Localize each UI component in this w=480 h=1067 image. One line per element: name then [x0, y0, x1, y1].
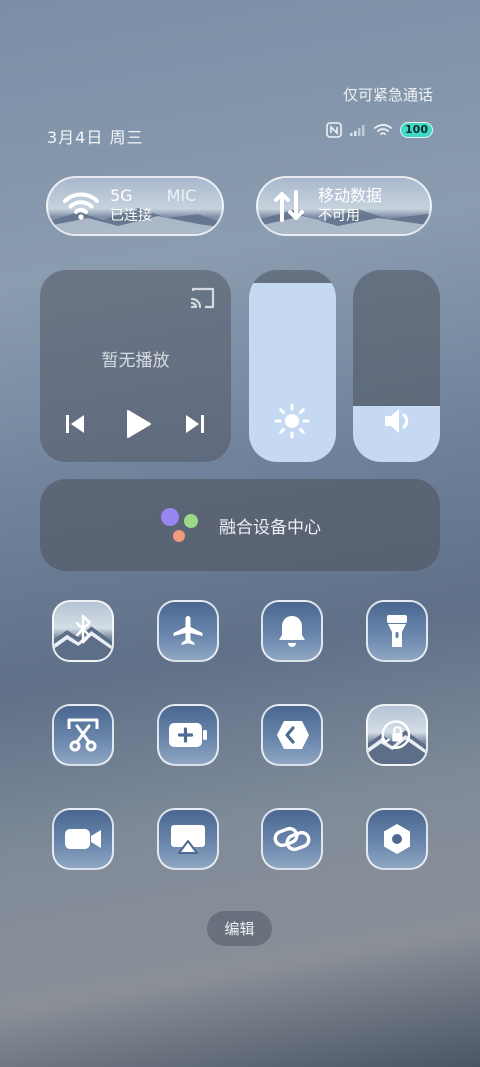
screenshot-scissors-icon: [67, 718, 99, 752]
screenshot-toggle[interactable]: [52, 704, 114, 766]
status-icons: 100: [326, 122, 433, 138]
screen-cast-icon: [171, 825, 205, 854]
edit-button[interactable]: 编辑: [207, 911, 272, 946]
media-player-card: 暂无播放: [40, 270, 231, 462]
battery-indicator: 100: [400, 122, 433, 138]
media-title: 暂无播放: [101, 351, 170, 371]
ring-mode-toggle[interactable]: [261, 600, 323, 662]
wifi-icon: [63, 192, 99, 220]
wifi-status: 已连接: [110, 208, 152, 224]
nearby-share-toggle[interactable]: [261, 704, 323, 766]
next-track-icon[interactable]: [184, 413, 206, 435]
video-camera-icon: [65, 829, 101, 849]
airplane-mode-toggle[interactable]: [157, 600, 219, 662]
settings-toggle[interactable]: [366, 808, 428, 870]
battery-saver-icon: [169, 723, 207, 747]
mobile-data-title: 移动数据: [318, 186, 383, 205]
emergency-call-status: 仅可紧急通话: [342, 86, 433, 104]
link-toggle[interactable]: [261, 808, 323, 870]
flashlight-icon: [387, 615, 407, 647]
bell-icon: [279, 616, 305, 647]
rotation-lock-toggle[interactable]: [366, 704, 428, 766]
airplane-icon: [173, 616, 203, 645]
volume-slider[interactable]: [353, 270, 440, 462]
wifi-toggle[interactable]: 5G MIC 已连接: [46, 176, 224, 236]
screen-record-toggle[interactable]: [52, 808, 114, 870]
device-hub-card[interactable]: 融合设备中心: [40, 479, 440, 571]
battery-saver-toggle[interactable]: [157, 704, 219, 766]
wifi-status-icon: [374, 124, 392, 135]
network-name-extra: MIC: [166, 186, 197, 205]
device-hub-label: 融合设备中心: [219, 517, 321, 538]
link-icon: [273, 826, 311, 852]
bluetooth-icon: [54, 614, 112, 660]
location-share-icon: [277, 721, 309, 749]
previous-track-icon[interactable]: [64, 413, 86, 435]
screen-cast-toggle[interactable]: [157, 808, 219, 870]
flashlight-toggle[interactable]: [366, 600, 428, 662]
brightness-slider[interactable]: [249, 270, 336, 462]
nfc-icon: [326, 122, 342, 138]
wifi-text: 5G MIC 已连接: [110, 186, 196, 226]
signal-icon: [350, 125, 365, 136]
mobile-data-text: 移动数据 不可用: [318, 186, 382, 226]
mobile-data-toggle[interactable]: 移动数据 不可用: [256, 176, 432, 236]
hub-dots-icon: [161, 508, 198, 542]
bluetooth-toggle[interactable]: [52, 600, 114, 662]
brightness-icon: [274, 403, 310, 439]
volume-icon: [385, 409, 409, 433]
play-icon[interactable]: [124, 409, 152, 439]
cast-icon[interactable]: [189, 286, 217, 310]
settings-hex-icon: [384, 824, 410, 854]
data-transfer-icon: [274, 190, 304, 222]
network-type: 5G: [110, 186, 133, 205]
date-label: 3月4日 周三: [47, 128, 144, 147]
mobile-data-status: 不可用: [318, 208, 360, 224]
rotation-lock-icon: [368, 720, 426, 764]
